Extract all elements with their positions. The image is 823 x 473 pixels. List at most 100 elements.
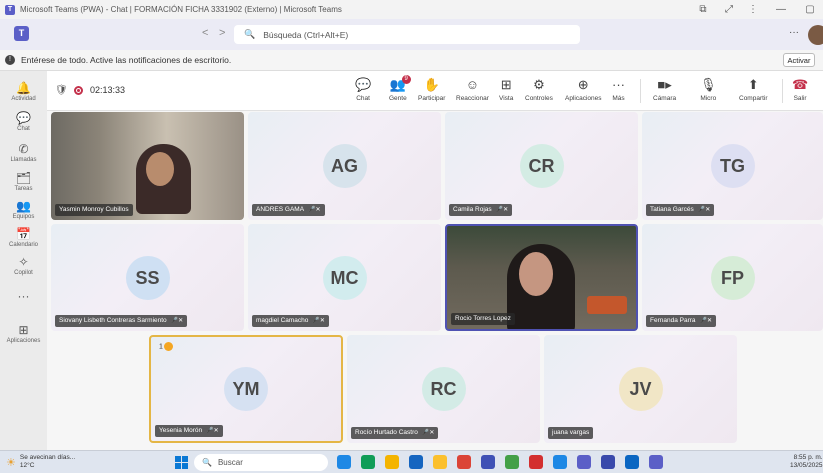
participant-name: Rocío Hurtado Castro 🎤✕ <box>351 427 439 439</box>
app-rail: 🔔 Actividad 💬 Chat ✆ Llamadas 🗂 Tareas 👥… <box>0 71 47 450</box>
participant-tile[interactable]: SS Siovany Lisbeth Contreras Sarmiento 🎤✕ <box>51 224 244 331</box>
forward-icon[interactable]: > <box>219 27 225 39</box>
search-icon: 🔍 <box>244 29 256 39</box>
participant-video-face <box>519 252 553 296</box>
raise-hand-button[interactable]: ✋ Participar <box>418 77 445 102</box>
share-label: Compartir <box>739 95 768 102</box>
participant-avatar: RC <box>421 367 466 411</box>
teams-logo-icon: T <box>14 26 29 41</box>
rail-item-more[interactable]: ··· <box>0 289 47 303</box>
taskbar-app-icon[interactable] <box>337 455 351 469</box>
apps-label: Aplicaciones <box>565 95 602 102</box>
profile-avatar[interactable] <box>808 25 823 45</box>
more-button[interactable]: ··· Más <box>612 77 625 102</box>
window-title: Microsoft Teams (PWA) - Chat | FORMACIÓN… <box>20 5 342 14</box>
windows-start-icon[interactable] <box>175 456 188 469</box>
clock-date: 13/05/2025 <box>790 462 823 469</box>
rail-label: Llamadas <box>10 157 37 163</box>
participant-tile-video[interactable]: Rocio Torres Lopez <box>445 224 638 331</box>
browser-menu-icon[interactable]: ⋮ <box>740 0 766 19</box>
participant-name: Tatiana Garcés 🎤✕ <box>646 204 715 216</box>
rail-item-aplicaciones[interactable]: ⊞ Aplicaciones <box>0 323 47 344</box>
meeting-timer: 02:13:33 <box>90 85 126 95</box>
weather-widget[interactable]: ☀ Se avecinan días... 12°C <box>6 454 75 470</box>
taskbar-app-icon[interactable] <box>409 455 423 469</box>
system-clock[interactable]: 8:55 p. m. 13/05/2025 <box>790 454 823 470</box>
mic-off-icon: 🎤✕ <box>206 428 219 434</box>
window-titlebar: T Microsoft Teams (PWA) - Chat | FORMACI… <box>0 0 823 19</box>
chat-icon: 💬 <box>16 111 31 125</box>
participant-tile[interactable]: JV juana vargas <box>544 335 737 443</box>
rail-label: Equipos <box>12 214 35 220</box>
mic-off-icon: 🎤✕ <box>312 318 325 324</box>
chat-button[interactable]: 💬 Chat <box>355 77 371 102</box>
participant-avatar: FP <box>710 255 755 300</box>
cast-icon[interactable]: ⧉ <box>690 0 716 19</box>
activate-notifications-button[interactable]: Activar <box>783 53 815 67</box>
leave-label: Salir <box>793 95 807 102</box>
rail-item-tareas[interactable]: 🗂 Tareas <box>0 171 47 192</box>
participant-tile[interactable]: RC Rocío Hurtado Castro 🎤✕ <box>347 335 540 443</box>
taskbar-app-icon[interactable] <box>433 455 447 469</box>
react-button[interactable]: ☺ Reaccionar <box>456 77 489 102</box>
participant-tile[interactable]: AG ANDRES GAMA 🎤✕ <box>248 112 441 220</box>
participant-tile[interactable]: TG Tatiana Garcés 🎤✕ <box>642 112 823 220</box>
participant-avatar: MC <box>322 255 367 300</box>
share-button[interactable]: ⬆ Compartir <box>739 77 768 102</box>
chat-icon: 💬 <box>355 77 372 92</box>
rail-item-llamadas[interactable]: ✆ Llamadas <box>0 142 47 163</box>
apps-icon: ⊞ <box>18 323 29 337</box>
background-sofa <box>587 296 627 314</box>
more-icon: ··· <box>17 289 30 303</box>
people-label: Gente <box>389 95 407 102</box>
participant-tile[interactable]: 1 YM Yesenia Morón 🎤✕ <box>149 335 343 443</box>
notification-bar: ! Entérese de todo. Active las notificac… <box>0 50 823 71</box>
taskbar-app-icon[interactable] <box>457 455 471 469</box>
search-input[interactable]: 🔍 Búsqueda (Ctrl+Alt+E) <box>234 25 580 44</box>
hand-raise-indicator: 1 <box>159 342 173 351</box>
rail-item-calendario[interactable]: 📅 Calendario <box>0 227 47 248</box>
extension-icon[interactable]: ⤢ <box>716 0 742 19</box>
taskbar-app-icon[interactable] <box>577 455 591 469</box>
controls-button[interactable]: ⚙ Controles <box>525 77 553 102</box>
rail-item-equipos[interactable]: 👥 Equipos <box>0 199 47 220</box>
rail-label: Chat <box>17 126 30 132</box>
back-icon[interactable]: < <box>202 27 208 39</box>
view-button[interactable]: ⊞ Vista <box>499 77 513 102</box>
minimize-icon[interactable]: — <box>768 0 794 19</box>
mic-button[interactable]: 🎙 Micro <box>700 77 717 102</box>
participant-tile[interactable]: MC magdiel Camacho 🎤✕ <box>248 224 441 331</box>
taskbar-app-icon[interactable] <box>529 455 543 469</box>
participant-name: Yesenia Morón 🎤✕ <box>155 425 223 437</box>
mic-off-icon: 🎤✕ <box>697 207 711 213</box>
taskbar-app-icon[interactable] <box>361 455 375 469</box>
leave-button[interactable]: ☎ Salir <box>792 77 808 102</box>
taskbar-app-icon[interactable] <box>625 455 639 469</box>
taskbar-app-icon[interactable] <box>553 455 567 469</box>
maximize-icon[interactable]: ▢ <box>797 0 823 19</box>
camera-button[interactable]: ■▸ Cámara <box>653 77 676 102</box>
rail-item-actividad[interactable]: 🔔 Actividad <box>0 81 47 102</box>
taskbar-app-icon[interactable] <box>481 455 495 469</box>
taskbar-app-icon[interactable] <box>649 455 663 469</box>
participant-tile[interactable]: FP Fernanda Parra 🎤✕ <box>642 224 823 331</box>
rail-item-copilot[interactable]: ✧ Copilot <box>0 255 47 276</box>
taskbar-app-icon[interactable] <box>505 455 519 469</box>
search-icon: 🔍 <box>202 458 212 467</box>
apps-button[interactable]: ⊕ Aplicaciones <box>565 77 602 102</box>
rail-item-chat[interactable]: 💬 Chat <box>0 111 47 132</box>
taskbar-app-icon[interactable] <box>601 455 615 469</box>
hand-icon: ✋ <box>423 77 440 92</box>
taskbar-app-icon[interactable] <box>385 455 399 469</box>
participant-tile-video[interactable]: Yasmin Monroy Cubillos <box>51 112 244 220</box>
people-button[interactable]: 👥 9 Gente <box>389 75 411 102</box>
more-options-icon[interactable]: ··· <box>789 27 799 38</box>
participant-tile[interactable]: CR Camila Rojas 🎤✕ <box>445 112 638 220</box>
toolbar-divider <box>640 79 641 103</box>
mic-off-icon: 🎤✕ <box>170 318 184 324</box>
taskbar-search-input[interactable]: 🔍 Buscar <box>194 454 328 471</box>
participant-name: Siovany Lisbeth Contreras Sarmiento 🎤✕ <box>55 315 188 327</box>
share-icon: ⬆ <box>747 77 759 92</box>
weather-icon: ☀ <box>6 456 16 469</box>
smile-icon: ☺ <box>465 77 480 92</box>
